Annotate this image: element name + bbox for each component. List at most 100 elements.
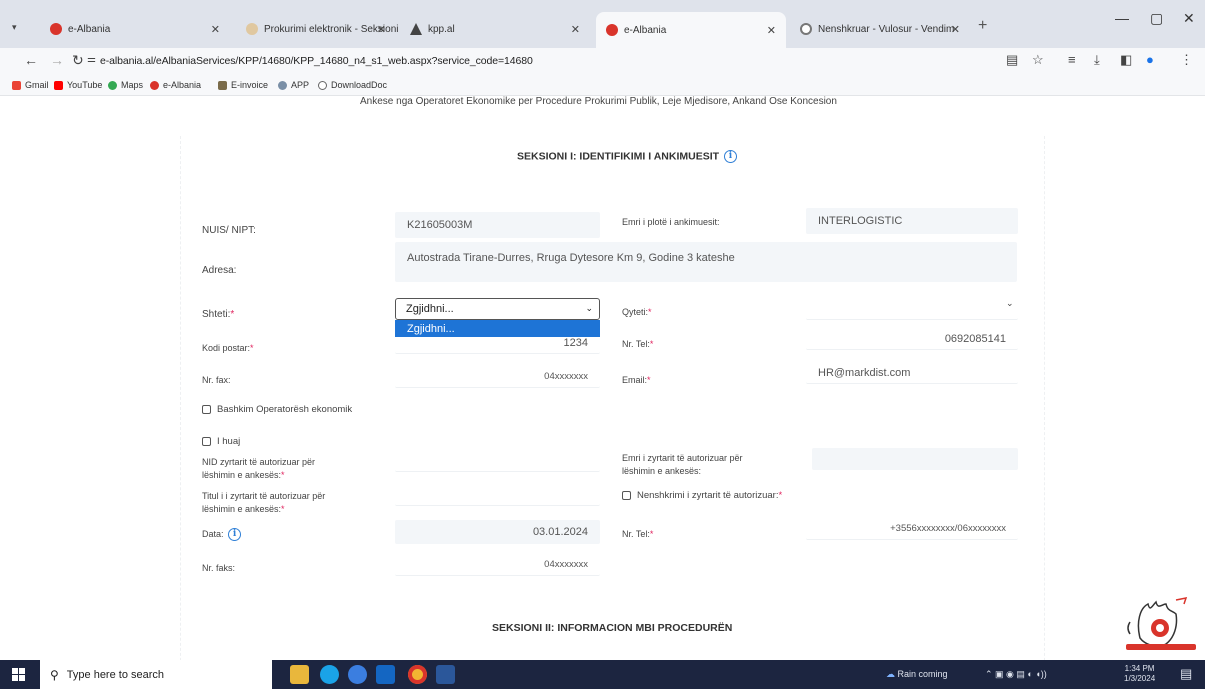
maps-pin-icon — [108, 80, 117, 90]
tab-search-icon[interactable]: ▾ — [12, 22, 17, 33]
checkbox-box[interactable] — [202, 437, 211, 446]
forward-arrow-icon[interactable]: → — [50, 52, 64, 68]
bookmark-maps[interactable]: Maps — [108, 80, 143, 90]
side-panel-icon[interactable]: ◧ — [1120, 52, 1132, 68]
info-icon[interactable]: i — [723, 150, 737, 163]
nipt-field[interactable]: K21605003M — [395, 212, 600, 238]
date-field[interactable]: 03.01.2024 — [395, 520, 600, 544]
system-tray-icons[interactable]: ⌃ ▣ ◉ ▤ ◐ ◖)) — [985, 669, 1047, 680]
nid-field[interactable] — [395, 450, 600, 472]
windows-start-icon[interactable] — [12, 668, 25, 681]
maximize-icon[interactable]: ▢ — [1150, 10, 1163, 27]
section-1-title: SEKSIONI I: IDENTIFIKIMI I ANKIMUESIT i — [517, 150, 737, 163]
bookmark-star-icon[interactable]: ☆ — [1032, 52, 1044, 68]
official-title-field[interactable] — [395, 484, 600, 506]
fax-field[interactable]: 04xxxxxxx — [395, 366, 600, 388]
reading-list-icon[interactable]: ≡ — [1068, 52, 1076, 67]
screen: ▾ e-Albania ✕ Prokurimi elektronik - Sek… — [0, 0, 1205, 689]
windows-taskbar: ⚲ Type here to search ☁ Rain coming ⌃ ▣ … — [0, 660, 1205, 689]
page-heading: Ankese nga Operatoret Ekonomike per Proc… — [360, 96, 837, 107]
e-albania-icon — [50, 23, 62, 35]
info-icon[interactable]: i — [228, 528, 242, 542]
tab-kpp[interactable]: kpp.al ✕ — [400, 14, 590, 44]
address-bar-row: ← → ↻ ⚌ e-albania.al/eAlbaniaServices/KP… — [0, 48, 1205, 76]
foreign-checkbox[interactable]: I huaj — [202, 436, 240, 447]
label-postal: Kodi postar:* — [202, 343, 254, 353]
notifications-icon[interactable]: ▤ — [1180, 666, 1192, 682]
bookmark-downloaddoc[interactable]: DownloadDoc — [318, 80, 387, 90]
profile-icon[interactable]: ● — [1146, 52, 1154, 67]
bookmark-youtube[interactable]: YouTube — [54, 80, 102, 90]
close-window-icon[interactable]: ✕ — [1183, 10, 1195, 27]
e-invoice-icon — [218, 80, 227, 90]
site-info-icon[interactable]: ⚌ — [87, 54, 96, 65]
email-field[interactable]: HR@markdist.com — [806, 362, 1018, 384]
label-full-name: Emri i plotë i ankimuesit: — [622, 217, 720, 227]
label-tel: Nr. Tel:* — [622, 339, 654, 349]
tab-e-albania-active[interactable]: e-Albania ✕ — [596, 12, 786, 48]
new-tab-button[interactable]: + — [978, 17, 987, 35]
close-icon[interactable]: ✕ — [377, 23, 386, 36]
close-icon[interactable]: ✕ — [951, 23, 960, 36]
close-icon[interactable]: ✕ — [211, 23, 220, 36]
download-icon[interactable]: ⤓ — [1094, 52, 1100, 68]
help-hand-logo-icon[interactable] — [1118, 592, 1200, 652]
close-icon[interactable]: ✕ — [571, 23, 580, 36]
translate-icon[interactable]: ▤ — [1006, 52, 1018, 68]
address-field[interactable]: Autostrada Tirane-Durres, Rruga Dytesore… — [395, 242, 1017, 282]
label-tel-2: Nr. Tel:* — [622, 529, 654, 539]
web-page: Ankese nga Operatoret Ekonomike per Proc… — [0, 96, 1205, 660]
url-field[interactable]: e-albania.al/eAlbaniaServices/KPP/14680/… — [100, 55, 533, 67]
postal-field[interactable]: 1234 — [395, 332, 600, 354]
country-select[interactable]: Zgjidhni... ⌄ — [395, 298, 600, 320]
checkbox-box[interactable] — [202, 405, 211, 414]
outlook-icon[interactable] — [376, 665, 395, 684]
tab-label: e-Albania — [624, 24, 667, 36]
label-address: Adresa: — [202, 265, 237, 276]
tab-label: Nenshkruar - Vulosur - Vendim — [818, 23, 955, 35]
tel-field[interactable]: 0692085141 — [806, 328, 1018, 350]
weather-widget[interactable]: ☁ Rain coming — [886, 669, 948, 680]
tel-2-field[interactable]: +3556xxxxxxxx/06xxxxxxxx — [806, 518, 1018, 540]
chevron-down-icon: ⌄ — [1006, 298, 1014, 308]
drive-icon — [410, 23, 422, 35]
bookmark-gmail[interactable]: Gmail — [12, 80, 49, 90]
file-explorer-icon[interactable] — [290, 665, 309, 684]
reload-icon[interactable]: ↻ — [72, 52, 84, 69]
label-fax: Nr. fax: — [202, 375, 231, 385]
tab-label: kpp.al — [428, 23, 455, 35]
chat-icon[interactable] — [348, 665, 367, 684]
browser-tab-bar: ▾ e-Albania ✕ Prokurimi elektronik - Sek… — [0, 0, 1205, 48]
globe-icon — [318, 80, 327, 90]
city-select[interactable] — [806, 294, 1018, 320]
bookmarks-bar: Gmail YouTube Maps e-Albania E-invoice A… — [0, 76, 1205, 96]
minimize-icon[interactable]: — — [1115, 10, 1129, 26]
label-nid: NID zyrtarit të autorizuar për lëshimin e… — [202, 457, 316, 480]
signature-checkbox[interactable]: Nenshkrimi i zyrtarit të autorizuar: * — [622, 490, 782, 501]
bookmark-app[interactable]: APP — [278, 80, 309, 90]
fax-2-field[interactable]: 04xxxxxxx — [395, 554, 600, 576]
back-arrow-icon[interactable]: ← — [24, 52, 38, 68]
gmail-icon — [12, 80, 21, 90]
menu-dots-icon[interactable]: ⋮ — [1180, 52, 1193, 68]
joint-operators-checkbox[interactable]: Bashkim Operatorësh ekonomik — [202, 404, 352, 415]
tab-e-albania-1[interactable]: e-Albania ✕ — [40, 14, 230, 44]
chrome-icon[interactable] — [408, 665, 427, 684]
label-email: Email:* — [622, 375, 651, 385]
official-name-field[interactable] — [812, 448, 1018, 470]
tab-nenshkruar[interactable]: Nenshkruar - Vulosur - Vendim ✕ — [790, 14, 970, 44]
taskbar-search-box[interactable]: ⚲ Type here to search — [40, 660, 272, 689]
word-icon[interactable] — [436, 665, 455, 684]
edge-icon[interactable] — [320, 665, 339, 684]
label-official-title: Titul i i zyrtarit të autorizuar për lësh… — [202, 491, 326, 514]
bookmark-e-invoice[interactable]: E-invoice — [218, 80, 268, 90]
tab-prokurimi[interactable]: Prokurimi elektronik - Seksioni ✕ — [236, 14, 399, 44]
cloud-icon: ☁ — [886, 669, 895, 679]
checkbox-box[interactable] — [622, 491, 631, 500]
label-country: Shteti:* — [202, 309, 235, 320]
full-name-field[interactable]: INTERLOGISTIC — [806, 208, 1018, 234]
close-icon[interactable]: ✕ — [767, 24, 776, 37]
clock[interactable]: 1:34 PM 1/3/2024 — [1124, 664, 1155, 684]
youtube-icon — [54, 80, 63, 90]
bookmark-e-albania[interactable]: e-Albania — [150, 80, 201, 90]
